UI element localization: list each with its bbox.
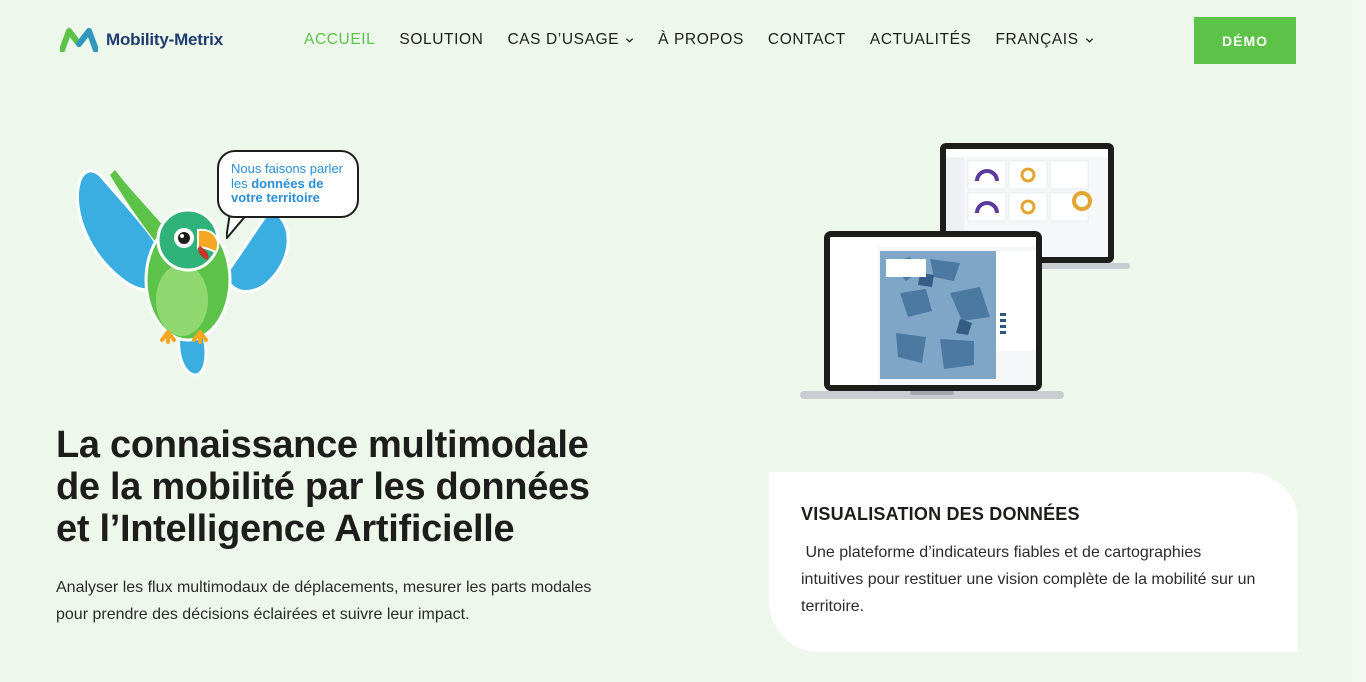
nav-item-cas-usage[interactable]: CAS D’USAGE: [507, 31, 634, 49]
bubble-line: Nous faisons parler: [231, 161, 343, 176]
language-selector[interactable]: FRANÇAIS: [995, 31, 1093, 49]
hero-subtitle: Analyser les flux multimodaux de déplace…: [56, 574, 616, 628]
nav-item-label: ACTUALITÉS: [869, 31, 972, 48]
page-scrollbar[interactable]: [1352, 0, 1366, 682]
hero-title-line: La connaissance multimodale: [56, 424, 589, 466]
card-text: Une plateforme d’indicateurs fiables et …: [801, 544, 1260, 615]
mobility-metrix-logo-icon: [60, 28, 98, 52]
hero-title-line: et l’Intelligence Artificielle: [56, 508, 515, 550]
logo[interactable]: Mobility-Metrix: [60, 28, 223, 52]
chevron-down-icon: [1085, 37, 1093, 43]
hero-subtitle-line: pour prendre des décisions éclairées et …: [56, 606, 470, 623]
hero-subtitle-line: Analyser les flux multimodaux de déplace…: [56, 579, 592, 596]
nav-item-label: ACCUEIL: [304, 31, 376, 48]
hero-title: La connaissance multimodale de la mobili…: [56, 424, 676, 550]
chevron-down-icon: [626, 37, 634, 43]
nav-item-actualites[interactable]: ACTUALITÉS: [870, 31, 972, 49]
bubble-line: les: [231, 175, 252, 191]
bubble-highlight: votre territoire: [231, 190, 320, 205]
nav-item-label: CAS D’USAGE: [507, 31, 620, 48]
feature-card-data-visualisation: VISUALISATION DES DONNÉES Une plateforme…: [769, 472, 1298, 652]
nav-item-solution[interactable]: SOLUTION: [399, 31, 483, 49]
nav-item-a-propos[interactable]: À PROPOS: [658, 31, 744, 49]
nav-item-label: SOLUTION: [399, 31, 484, 48]
speech-bubble: Nous faisons parler les données de votre…: [217, 150, 359, 218]
nav-item-label: À PROPOS: [658, 31, 744, 48]
nav-item-contact[interactable]: CONTACT: [768, 31, 846, 49]
card-title: VISUALISATION DES DONNÉES: [801, 504, 1080, 524]
nav-item-accueil[interactable]: ACCUEIL: [304, 31, 375, 49]
nav-item-label: CONTACT: [767, 31, 846, 48]
demo-button[interactable]: DÉMO: [1194, 17, 1296, 64]
main-nav: ACCUEIL SOLUTION CAS D’USAGE À PROPOS CO…: [304, 31, 1094, 49]
hero-title-line: de la mobilité par les données: [56, 466, 590, 508]
nav-item-label: FRANÇAIS: [995, 31, 1079, 48]
logo-text: Mobility-Metrix: [106, 30, 223, 49]
bubble-highlight: données de: [251, 175, 324, 191]
laptops-dashboard-mockup: [800, 143, 1130, 399]
